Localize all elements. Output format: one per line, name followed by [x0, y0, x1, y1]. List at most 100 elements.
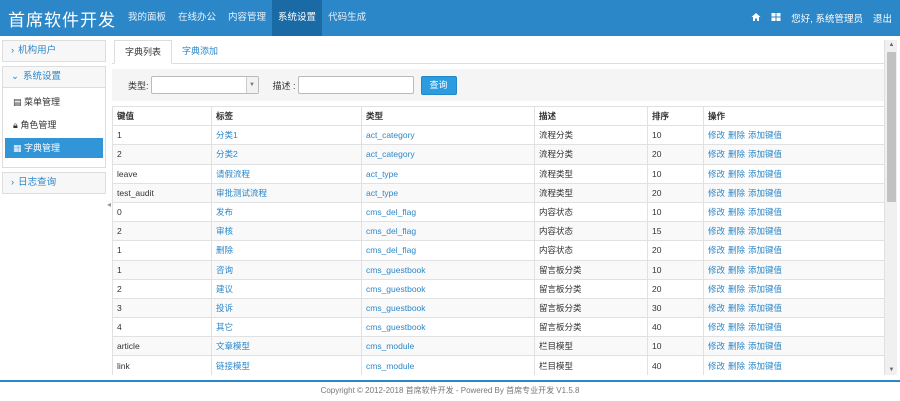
grid-icon[interactable]: [771, 12, 781, 25]
delete-link[interactable]: 删除: [728, 303, 745, 313]
delete-link[interactable]: 删除: [728, 130, 745, 140]
add-key-link[interactable]: 添加键值: [748, 361, 782, 371]
delete-link[interactable]: 删除: [728, 284, 745, 294]
nav-dashboard[interactable]: 我的面板: [122, 0, 172, 36]
add-key-link[interactable]: 添加键值: [748, 169, 782, 179]
brand-title[interactable]: 首席软件开发: [8, 6, 116, 31]
label-link[interactable]: 删除: [216, 245, 233, 255]
page-scrollbar[interactable]: ▲ ▼: [884, 40, 897, 375]
edit-link[interactable]: 修改: [708, 207, 725, 217]
type-link[interactable]: cms_del_flag: [366, 245, 416, 255]
delete-link[interactable]: 删除: [728, 245, 745, 255]
type-link[interactable]: cms_module: [366, 341, 414, 351]
label-link[interactable]: 分类1: [216, 130, 238, 140]
logout-link[interactable]: 退出: [873, 11, 892, 25]
scroll-down-icon[interactable]: ▼: [885, 365, 898, 375]
type-link[interactable]: cms_guestbook: [366, 322, 426, 332]
type-link[interactable]: act_type: [366, 169, 398, 179]
cell-description: 留言板分类: [534, 278, 648, 299]
add-key-link[interactable]: 添加键值: [748, 303, 782, 313]
table-icon: ▦: [13, 143, 22, 153]
add-key-link[interactable]: 添加键值: [748, 245, 782, 255]
type-link[interactable]: cms_guestbook: [366, 303, 426, 313]
sidebar-group-log[interactable]: › 日志查询: [2, 172, 106, 194]
edit-link[interactable]: 修改: [708, 361, 725, 371]
sidebar-group-org[interactable]: › 机构用户: [2, 40, 106, 62]
delete-link[interactable]: 删除: [728, 265, 745, 275]
edit-link[interactable]: 修改: [708, 149, 725, 159]
delete-link[interactable]: 删除: [728, 361, 745, 371]
edit-link[interactable]: 修改: [708, 322, 725, 332]
nav-content[interactable]: 内容管理: [222, 0, 272, 36]
add-key-link[interactable]: 添加键值: [748, 226, 782, 236]
label-link[interactable]: 审批测试流程: [216, 188, 267, 198]
edit-link[interactable]: 修改: [708, 226, 725, 236]
delete-link[interactable]: 删除: [728, 169, 745, 179]
label-link[interactable]: 请假流程: [216, 169, 250, 179]
label-link[interactable]: 文章模型: [216, 341, 250, 351]
type-link[interactable]: cms_del_flag: [366, 226, 416, 236]
label-link[interactable]: 其它: [216, 322, 233, 332]
edit-link[interactable]: 修改: [708, 188, 725, 198]
sidebar-collapse-handle[interactable]: ◂: [107, 200, 111, 209]
cell-sort: 15: [647, 221, 704, 242]
add-key-link[interactable]: 添加键值: [748, 149, 782, 159]
label-link[interactable]: 投诉: [216, 303, 233, 313]
chevron-right-icon: ›: [11, 177, 15, 188]
edit-link[interactable]: 修改: [708, 245, 725, 255]
label-link[interactable]: 链接模型: [216, 361, 250, 371]
edit-link[interactable]: 修改: [708, 341, 725, 351]
cell-type: act_type: [361, 163, 535, 184]
add-key-link[interactable]: 添加键值: [748, 284, 782, 294]
sidebar-group-system[interactable]: ⌄ 系统设置: [2, 66, 106, 88]
tab-dict-add[interactable]: 字典添加: [172, 40, 228, 64]
label-link[interactable]: 发布: [216, 207, 233, 217]
edit-link[interactable]: 修改: [708, 303, 725, 313]
query-button[interactable]: 查询: [420, 75, 457, 95]
add-key-link[interactable]: 添加键值: [748, 207, 782, 217]
cell-description: 栏目模型: [534, 355, 648, 375]
type-link[interactable]: act_category: [366, 149, 415, 159]
add-key-link[interactable]: 添加键值: [748, 265, 782, 275]
edit-link[interactable]: 修改: [708, 130, 725, 140]
edit-link[interactable]: 修改: [708, 284, 725, 294]
col-actions: 操作: [703, 105, 884, 127]
label-link[interactable]: 分类2: [216, 149, 238, 159]
type-select[interactable]: ▼: [150, 76, 259, 94]
delete-link[interactable]: 删除: [728, 188, 745, 198]
add-key-link[interactable]: 添加键值: [748, 130, 782, 140]
type-link[interactable]: cms_guestbook: [366, 265, 426, 275]
sidebar-item-roles[interactable]: 🔒︎ 角色管理: [5, 115, 103, 135]
add-key-link[interactable]: 添加键值: [748, 341, 782, 351]
delete-link[interactable]: 删除: [728, 341, 745, 351]
table-row: 2 分类2 act_category 流程分类 20 修改 删除 添加键值: [112, 144, 884, 165]
description-input[interactable]: [297, 76, 414, 94]
type-link[interactable]: act_type: [366, 188, 398, 198]
add-key-link[interactable]: 添加键值: [748, 322, 782, 332]
label-link[interactable]: 审核: [216, 226, 233, 236]
cell-key: leave: [112, 163, 212, 184]
sidebar-item-dictionary[interactable]: ▦ 字典管理: [5, 138, 103, 158]
nav-office[interactable]: 在线办公: [172, 0, 222, 36]
type-link[interactable]: cms_del_flag: [366, 207, 416, 217]
label-link[interactable]: 建议: [216, 284, 233, 294]
sidebar-item-menu[interactable]: ▤ 菜单管理: [5, 92, 103, 112]
label-link[interactable]: 咨询: [216, 265, 233, 275]
tab-dict-list[interactable]: 字典列表: [114, 40, 173, 64]
user-greeting[interactable]: 您好, 系统管理员: [791, 11, 863, 25]
edit-link[interactable]: 修改: [708, 265, 725, 275]
nav-code-gen[interactable]: 代码生成: [322, 0, 372, 36]
nav-system-settings[interactable]: 系统设置: [272, 0, 323, 36]
type-link[interactable]: cms_module: [366, 361, 414, 371]
type-link[interactable]: cms_guestbook: [366, 284, 426, 294]
scroll-thumb[interactable]: [887, 52, 896, 202]
add-key-link[interactable]: 添加键值: [748, 188, 782, 198]
delete-link[interactable]: 删除: [728, 149, 745, 159]
delete-link[interactable]: 删除: [728, 226, 745, 236]
home-icon[interactable]: [751, 12, 761, 25]
delete-link[interactable]: 删除: [728, 207, 745, 217]
delete-link[interactable]: 删除: [728, 322, 745, 332]
type-link[interactable]: act_category: [366, 130, 415, 140]
scroll-up-icon[interactable]: ▲: [885, 40, 898, 50]
edit-link[interactable]: 修改: [708, 169, 725, 179]
